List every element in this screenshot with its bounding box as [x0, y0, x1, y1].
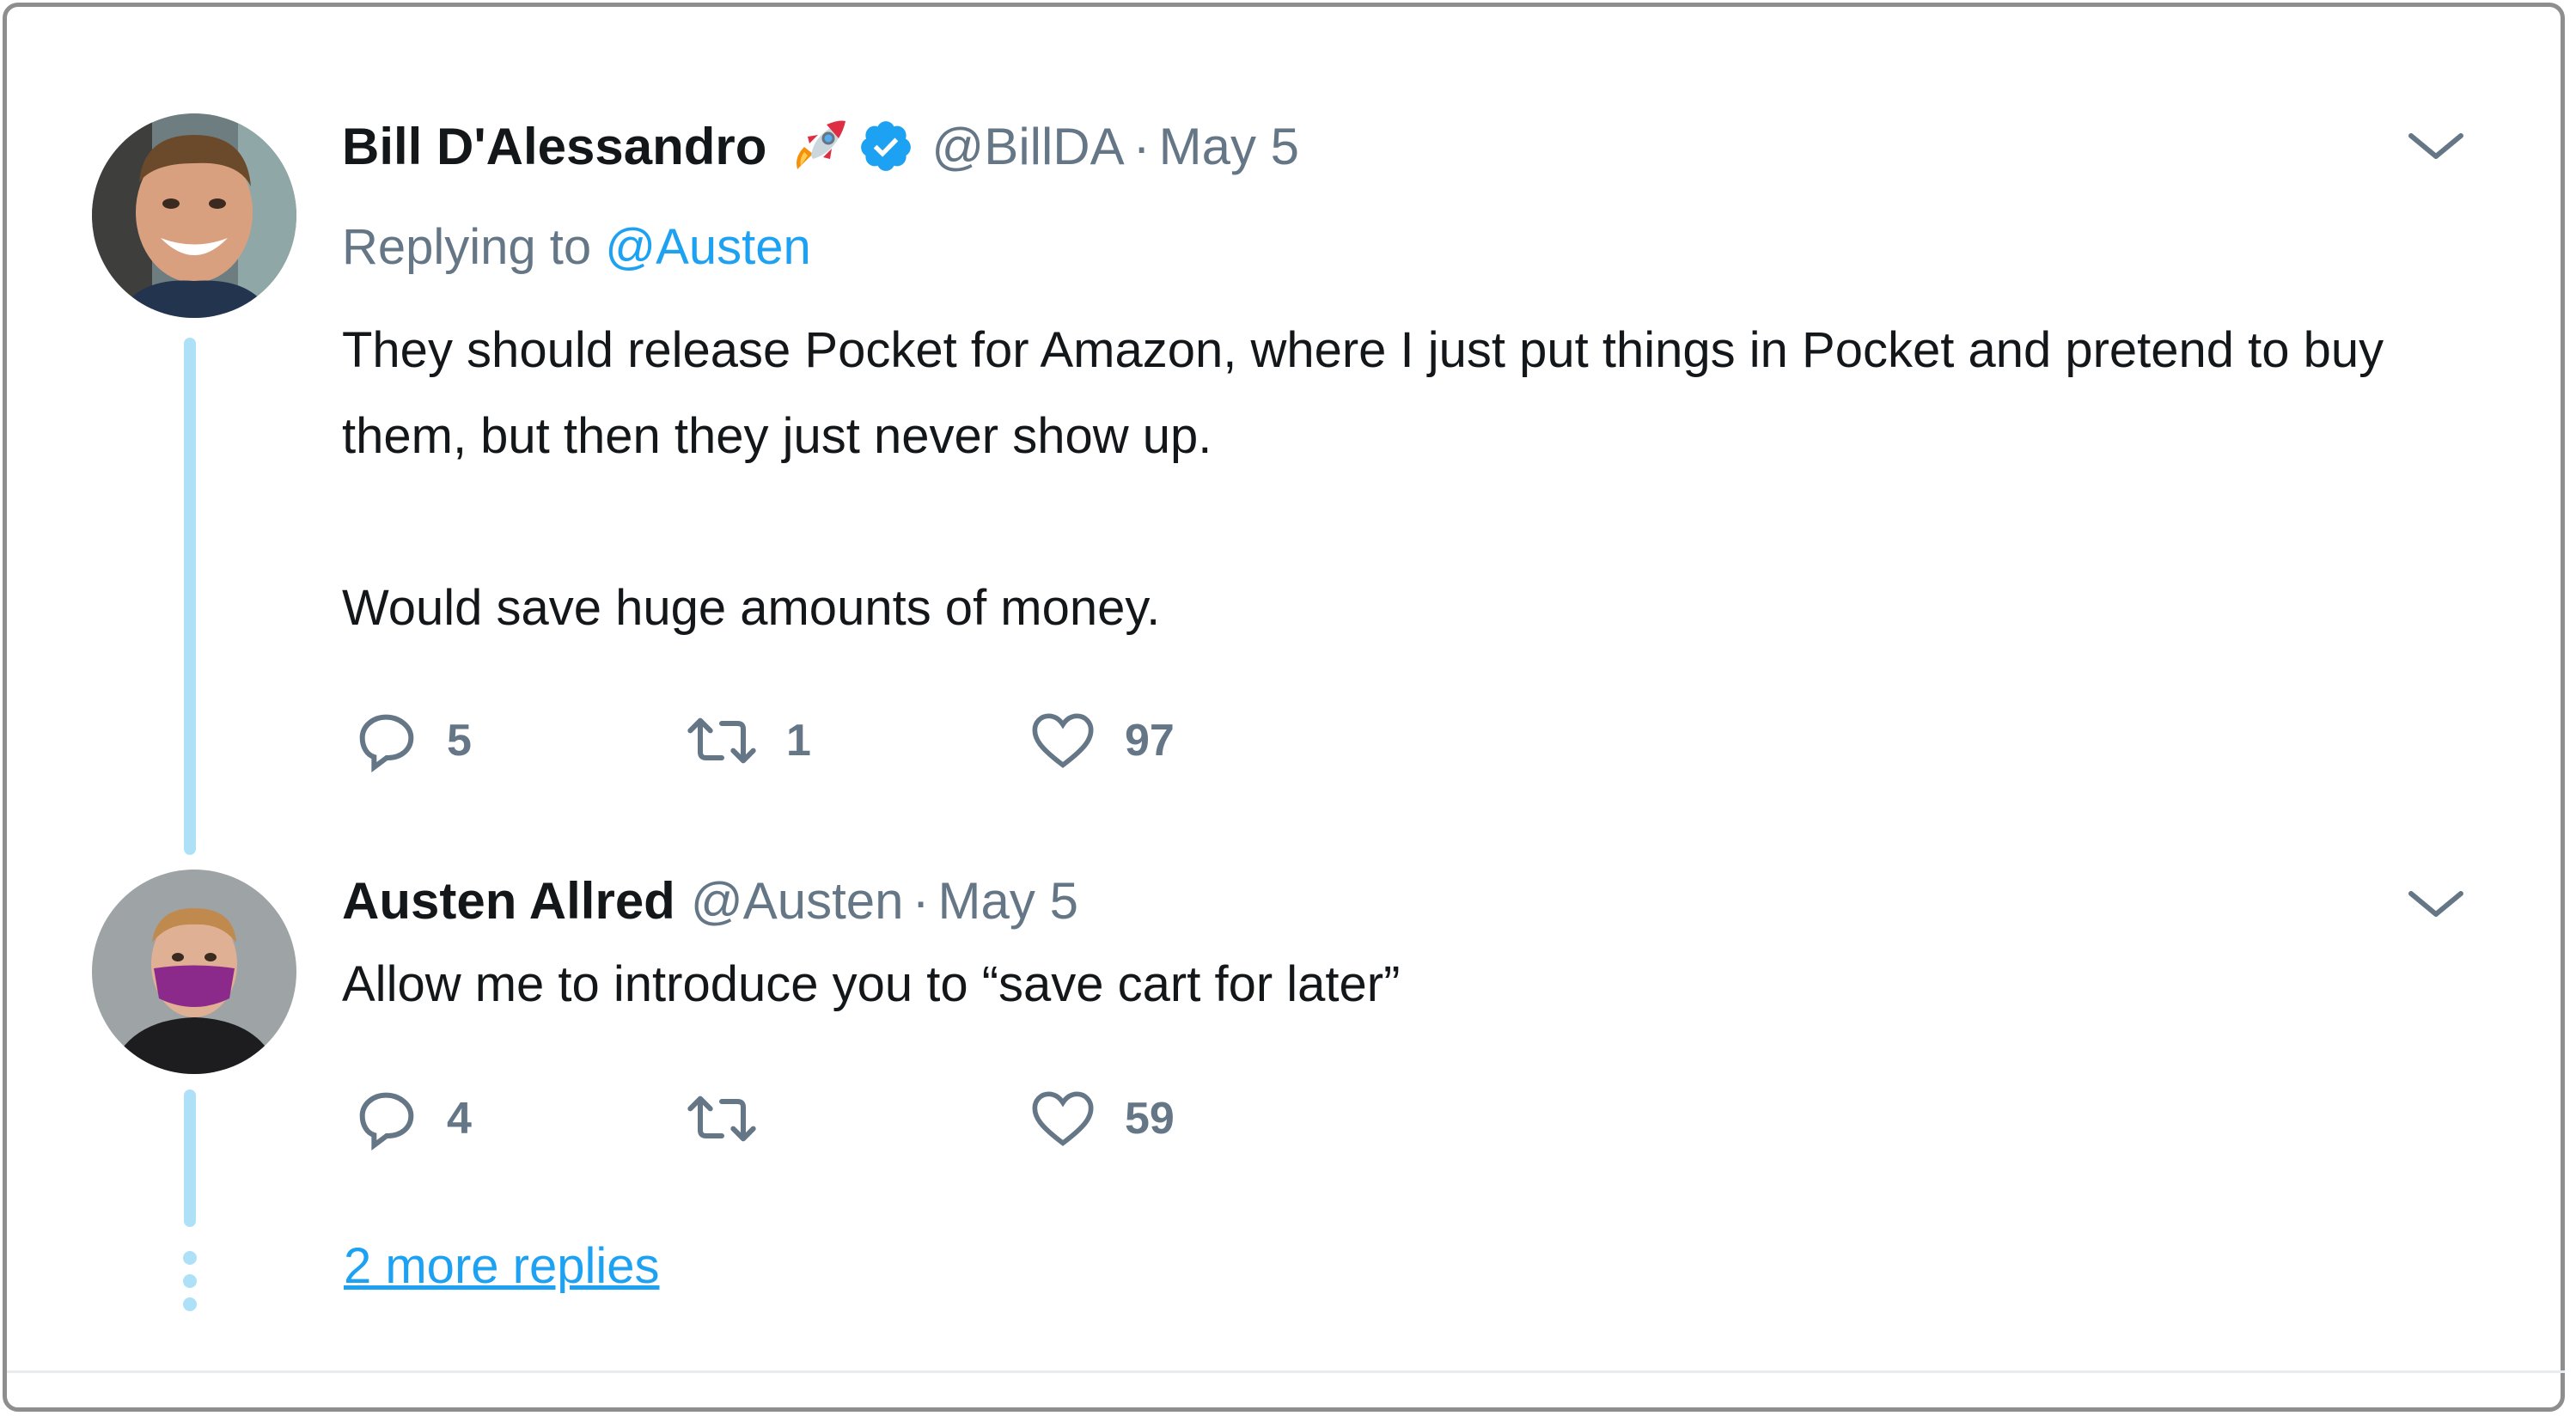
- separator: ·: [912, 871, 930, 930]
- thread-line: [184, 338, 196, 855]
- replying-mention-link[interactable]: @Austen: [605, 219, 810, 275]
- like-button[interactable]: 59: [1027, 1084, 1175, 1153]
- like-count: 97: [1125, 716, 1175, 766]
- rocket-emoji-icon: [789, 114, 852, 178]
- tweet-text-line: They should release Pocket for Amazon, w…: [342, 322, 2384, 378]
- tweet-date[interactable]: May 5: [938, 871, 1078, 931]
- replying-to-line: Replying to @Austen: [342, 218, 811, 276]
- retweet-button[interactable]: [683, 1084, 786, 1153]
- verified-badge-icon: [858, 118, 914, 174]
- avatar-bill[interactable]: [92, 113, 296, 318]
- retweet-icon: [687, 1095, 756, 1142]
- heart-icon: [1032, 1091, 1094, 1146]
- reply-icon: [359, 714, 414, 772]
- tweet-header: Austen Allred @Austen · May 5: [342, 868, 1078, 933]
- author-name[interactable]: Austen Allred: [342, 871, 675, 931]
- tweet-body: They should release Pocket for Amazon, w…: [342, 308, 2404, 651]
- divider: [7, 1370, 2565, 1373]
- chevron-down-icon[interactable]: [2406, 887, 2466, 921]
- reply-count: 4: [447, 1094, 472, 1144]
- thread-dot: [183, 1251, 197, 1265]
- thread-dot: [183, 1274, 197, 1288]
- tweet-text-line: them, but then they just never show up.: [342, 408, 1212, 464]
- tweet-date[interactable]: May 5: [1159, 117, 1299, 176]
- avatar-austen[interactable]: [92, 870, 296, 1074]
- reply-icon: [359, 1092, 414, 1150]
- reply-button[interactable]: 5: [352, 706, 472, 775]
- retweet-count: 1: [786, 716, 811, 766]
- retweet-icon: [687, 717, 756, 764]
- chevron-down-icon[interactable]: [2406, 129, 2466, 163]
- thread-line: [184, 1089, 196, 1227]
- reply-button[interactable]: 4: [352, 1084, 472, 1153]
- reply-count: 5: [447, 716, 472, 766]
- replying-prefix: Replying to: [342, 219, 592, 275]
- retweet-button[interactable]: 1: [683, 706, 811, 775]
- author-name[interactable]: Bill D'Alessandro: [342, 117, 766, 176]
- author-handle[interactable]: @Austen: [691, 871, 904, 931]
- tweet-header: Bill D'Alessandro @BillDA · May 5: [342, 112, 1299, 180]
- more-replies-link[interactable]: 2 more replies: [344, 1237, 659, 1295]
- tweet-actions: 4 59: [352, 1084, 1297, 1153]
- tweet-actions: 5 1 97: [352, 706, 1297, 775]
- like-button[interactable]: 97: [1027, 706, 1175, 775]
- separator: ·: [1132, 117, 1151, 175]
- heart-icon: [1032, 713, 1094, 768]
- thread-dot: [183, 1297, 197, 1311]
- tweet-text-line: Allow me to introduce you to “save cart …: [342, 956, 1401, 1012]
- author-handle[interactable]: @BillDA: [931, 117, 1124, 176]
- like-count: 59: [1125, 1094, 1175, 1144]
- tweet-body: Allow me to introduce you to “save cart …: [342, 942, 2404, 1028]
- tweet-text-line: Would save huge amounts of money.: [342, 580, 1161, 636]
